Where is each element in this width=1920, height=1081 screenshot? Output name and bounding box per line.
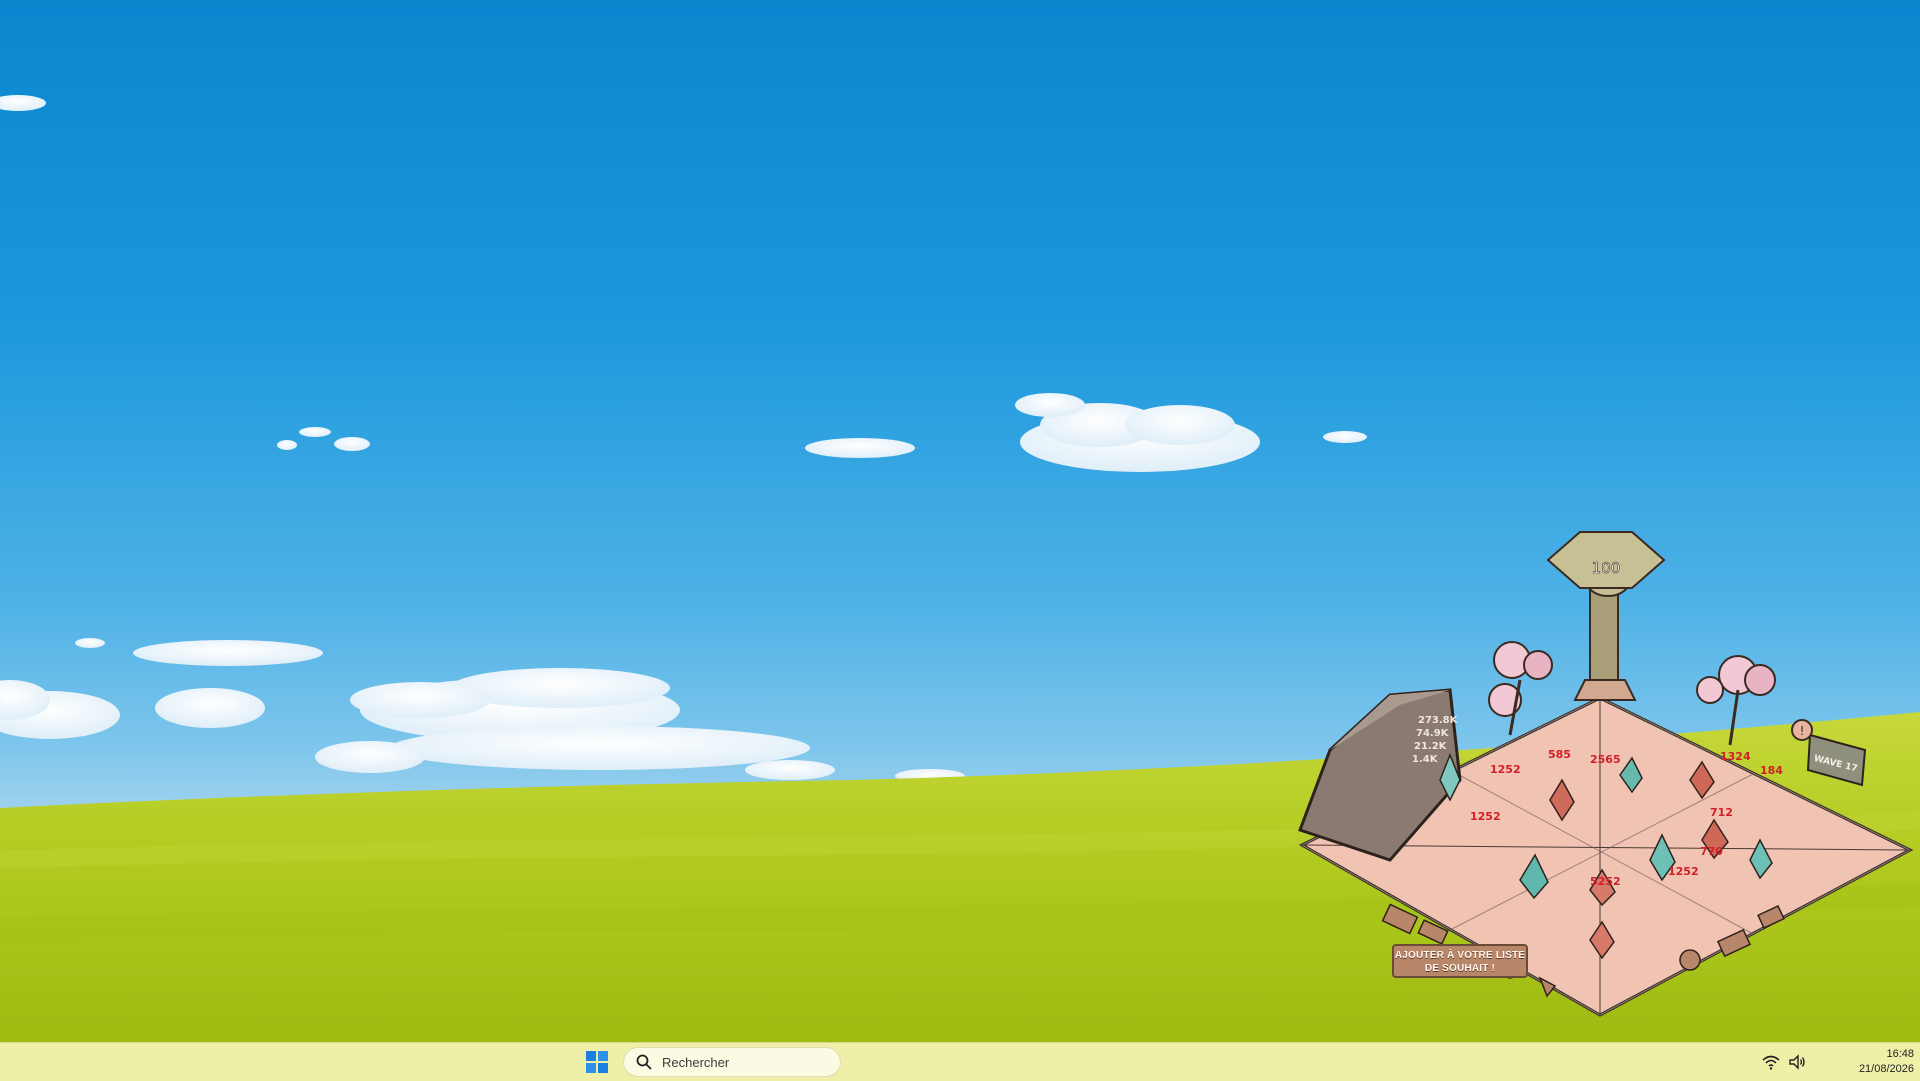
damage-number: 1252 — [1668, 865, 1699, 878]
wishlist-line: AJOUTER À VOTRE LISTE — [1394, 950, 1526, 961]
clouds — [0, 95, 1367, 783]
wifi-icon[interactable] — [1762, 1053, 1780, 1071]
desktop-wallpaper: 100 273.8K 74.9K 21.2K 1.4K WAVE 17 ! 12… — [0, 0, 1920, 1042]
damage-number: 1252 — [1470, 810, 1501, 823]
clock[interactable]: 16:48 21/08/2026 — [1816, 1047, 1914, 1077]
damage-number: 712 — [1710, 806, 1733, 819]
damage-number: 1324 — [1720, 750, 1751, 763]
start-button[interactable] — [584, 1051, 610, 1073]
system-tray: 16:48 21/08/2026 — [1750, 1043, 1920, 1081]
score-line: 273.8K — [1418, 715, 1459, 726]
damage-number: 770 — [1700, 845, 1723, 858]
volume-icon[interactable] — [1788, 1053, 1806, 1071]
clock-date: 21/08/2026 — [1858, 1063, 1914, 1075]
score-line: 74.9K — [1416, 728, 1450, 739]
damage-number: 2565 — [1590, 753, 1621, 766]
wave-sign: WAVE 17 — [1806, 733, 1867, 787]
search-box[interactable] — [623, 1047, 841, 1077]
damage-number: 585 — [1548, 748, 1571, 761]
game-overlay[interactable]: 100 273.8K 74.9K 21.2K 1.4K WAVE 17 ! 12… — [1290, 530, 1920, 1030]
crystal-counter: 100 — [1546, 531, 1666, 589]
wishlist-line: DE SOUHAIT ! — [1424, 963, 1496, 974]
svg-text:!: ! — [1800, 724, 1805, 738]
search-input[interactable] — [660, 1049, 834, 1075]
wishlist-button[interactable]: AJOUTER À VOTRE LISTE DE SOUHAIT ! — [1392, 944, 1528, 978]
damage-number: 184 — [1760, 764, 1783, 777]
crystal-counter-text: 100 — [1592, 559, 1621, 577]
taskbar: 16:48 21/08/2026 — [0, 1042, 1920, 1081]
clock-time: 16:48 — [1886, 1048, 1914, 1060]
damage-number: 1252 — [1490, 763, 1521, 776]
score-line: 1.4K — [1412, 754, 1439, 765]
score-line: 21.2K — [1414, 741, 1448, 752]
windows-start-icon — [586, 1051, 608, 1073]
damage-number: 5252 — [1590, 875, 1621, 888]
search-icon — [636, 1054, 652, 1070]
